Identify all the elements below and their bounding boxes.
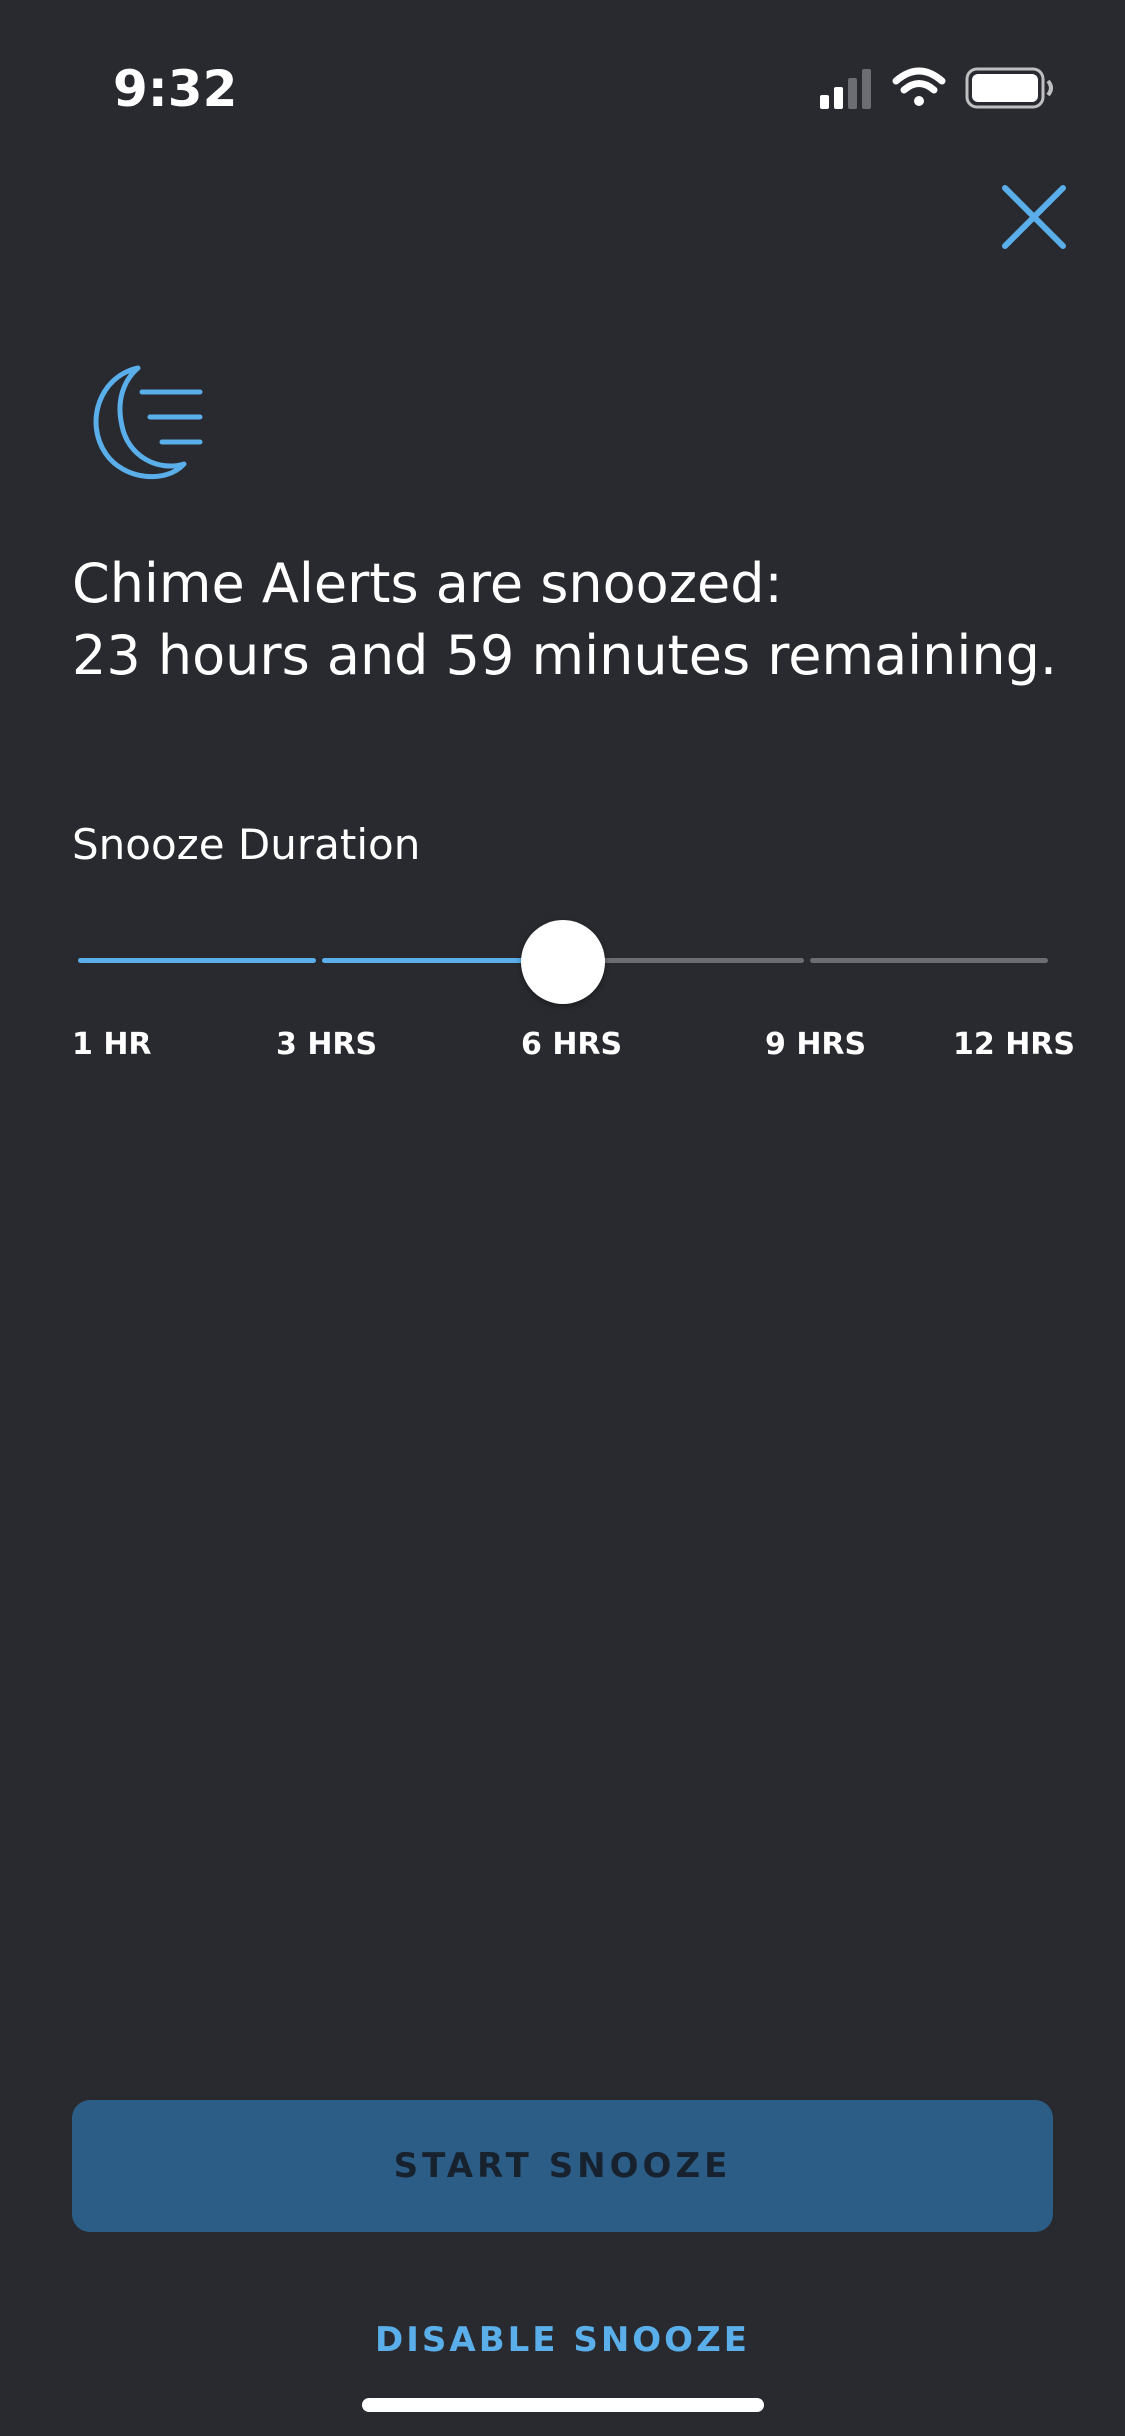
moon-snooze-icon xyxy=(93,365,203,480)
battery-icon xyxy=(965,67,1053,109)
slider-segment xyxy=(78,958,316,963)
tick-label-6hrs[interactable]: 6 HRS xyxy=(521,1027,622,1062)
snooze-duration-label: Snooze Duration xyxy=(72,820,421,869)
disable-snooze-link[interactable]: DISABLE SNOOZE xyxy=(0,2320,1125,2360)
status-time: 9:32 xyxy=(113,60,238,118)
close-button[interactable] xyxy=(997,180,1071,254)
wifi-icon xyxy=(892,67,946,106)
slider-thumb[interactable] xyxy=(521,920,605,1004)
status-icons xyxy=(820,67,1053,109)
cellular-signal-icon xyxy=(820,69,871,109)
close-icon xyxy=(1002,185,1066,249)
tick-label-1hr[interactable]: 1 HR xyxy=(72,1027,152,1062)
tick-label-3hrs[interactable]: 3 HRS xyxy=(276,1027,377,1062)
tick-label-12hrs[interactable]: 12 HRS xyxy=(953,1027,1075,1062)
home-indicator xyxy=(362,2398,764,2412)
slider-segment xyxy=(810,958,1048,963)
start-snooze-button[interactable]: START SNOOZE xyxy=(72,2100,1053,2232)
headline-line-1: Chime Alerts are snoozed: xyxy=(72,552,783,615)
start-snooze-label: START SNOOZE xyxy=(393,2146,732,2186)
snooze-status-headline: Chime Alerts are snoozed: 23 hours and 5… xyxy=(72,548,1072,692)
headline-line-2: 23 hours and 59 minutes remaining. xyxy=(72,624,1058,687)
tick-label-9hrs[interactable]: 9 HRS xyxy=(765,1027,866,1062)
snooze-duration-slider[interactable] xyxy=(78,920,1048,1010)
